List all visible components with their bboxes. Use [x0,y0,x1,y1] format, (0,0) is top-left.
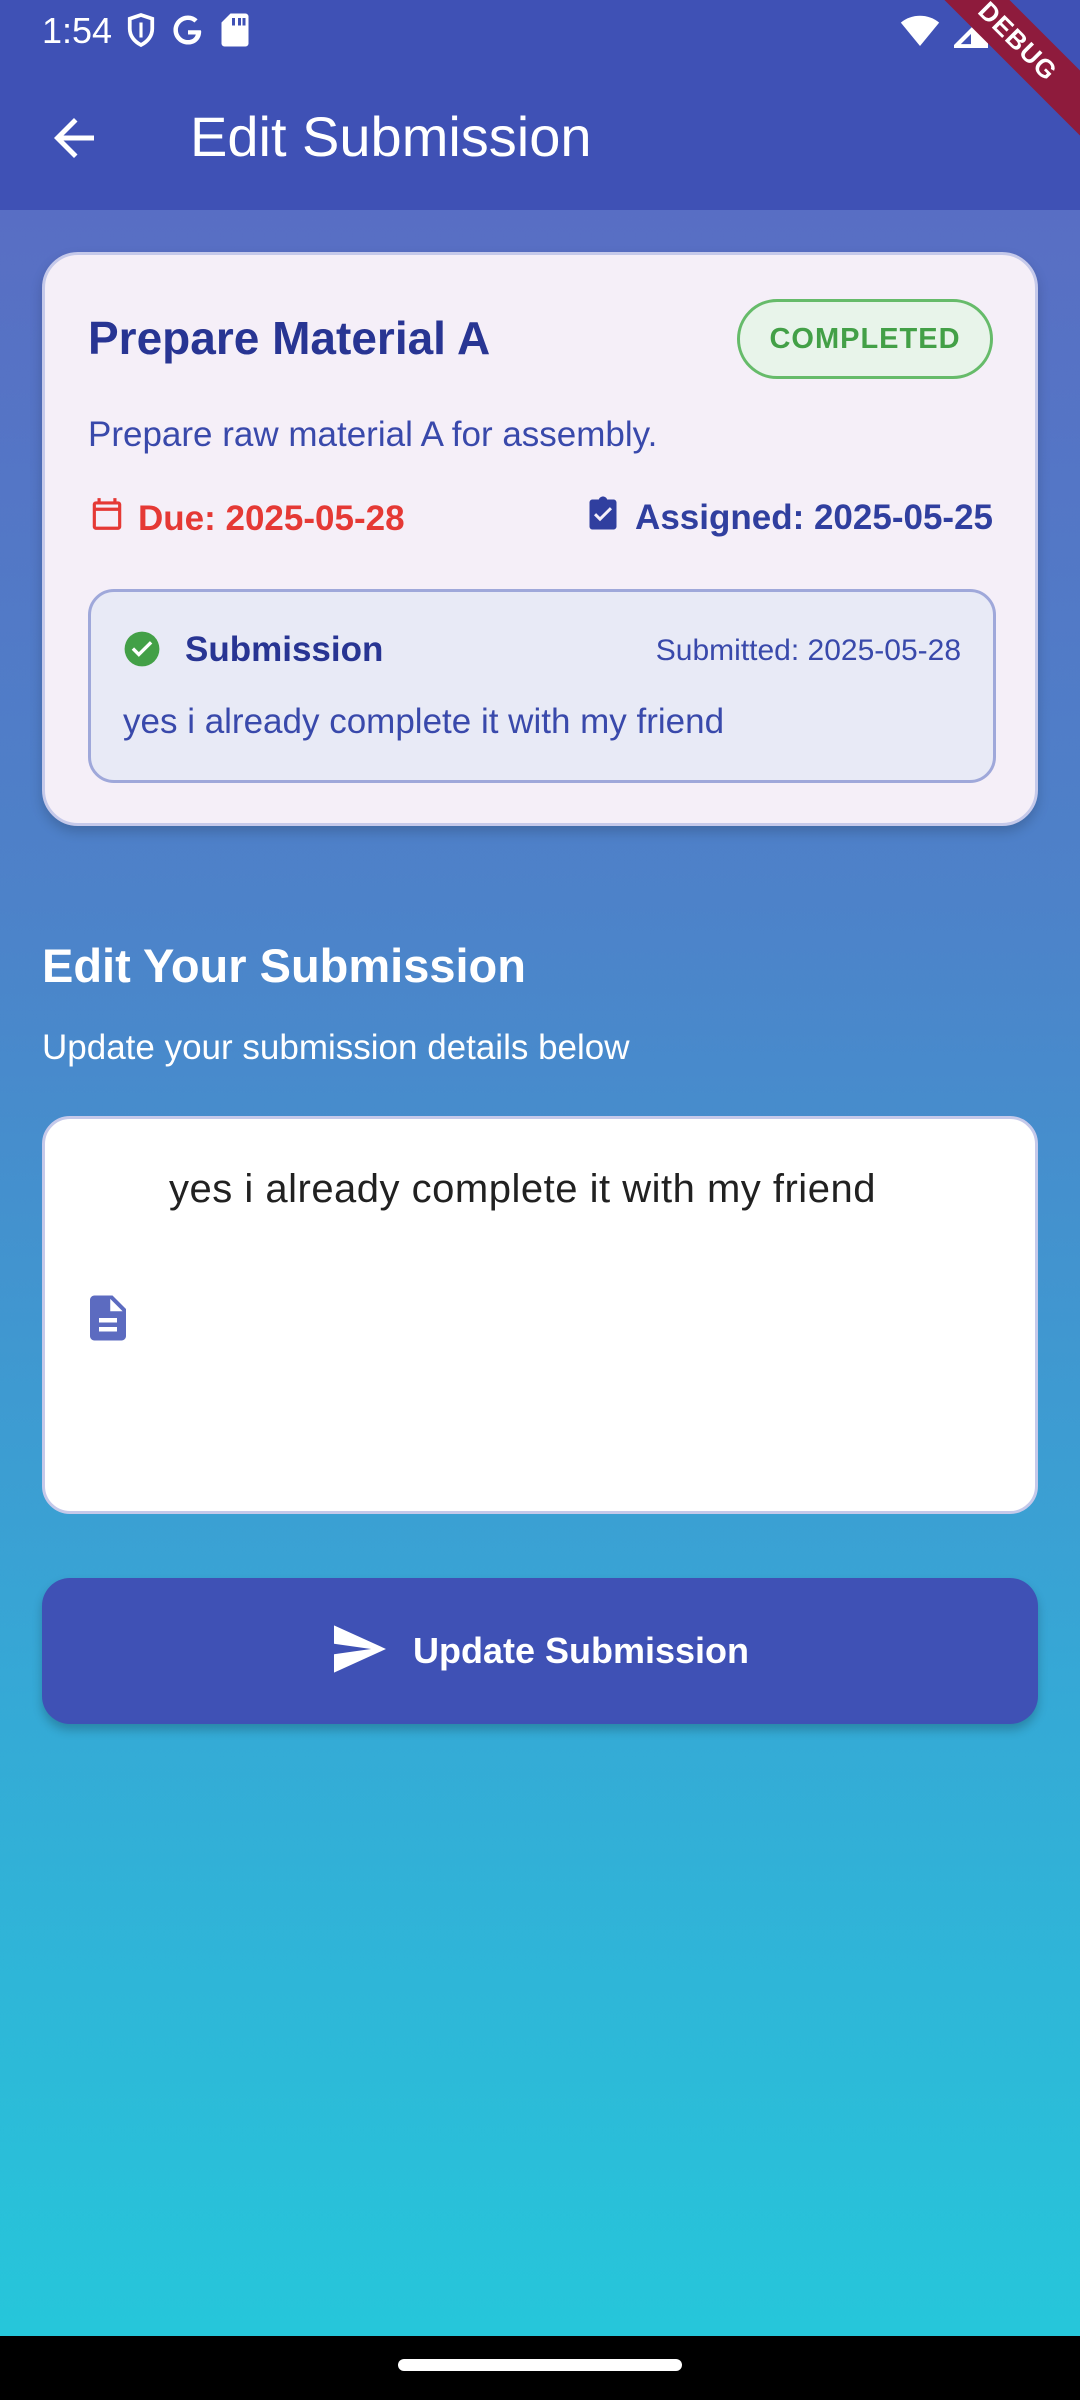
submission-box: Submission Submitted: 2025-05-28 yes i a… [88,589,996,783]
edit-heading: Edit Your Submission [42,939,526,992]
submission-input-value[interactable]: yes i already complete it with my friend [169,1167,1009,1212]
status-badge: COMPLETED [737,299,993,379]
system-nav-bar [0,2336,1080,2400]
status-time: 1:54 [42,10,113,51]
assignment-icon [585,495,621,540]
sd-card-icon [220,12,250,53]
check-circle-icon [123,630,161,673]
google-icon [170,12,206,53]
due-date: Due: 2025-05-28 [88,495,405,542]
due-date-text: Due: 2025-05-28 [138,498,405,538]
submission-label: Submission [185,630,384,669]
update-submission-button[interactable]: Update Submission [42,1578,1038,1724]
home-gesture-handle[interactable] [398,2359,682,2371]
shield-icon [126,12,156,53]
edit-subheading: Update your submission details below [42,1028,630,1067]
task-title: Prepare Material A [88,312,491,364]
task-description: Prepare raw material A for assembly. [88,415,658,454]
app-header: 1:54 Edit Submission DEBUG [0,0,1080,210]
back-arrow-icon[interactable] [44,108,104,168]
page-title: Edit Submission [190,105,592,168]
wifi-icon [900,14,940,53]
assigned-date: Assigned: 2025-05-25 [585,495,993,540]
submitted-date: Submitted: 2025-05-28 [655,634,961,667]
assigned-date-text: Assigned: 2025-05-25 [635,497,993,537]
calendar-icon [88,495,126,542]
document-icon [81,1289,135,1352]
submission-text: yes i already complete it with my friend [123,702,725,741]
submission-text-field[interactable]: yes i already complete it with my friend [42,1116,1038,1514]
send-icon [331,1623,389,1680]
status-bar: 1:54 [0,0,1080,62]
task-card: Prepare Material A COMPLETED Prepare raw… [42,252,1038,826]
update-button-label: Update Submission [412,1630,750,1671]
